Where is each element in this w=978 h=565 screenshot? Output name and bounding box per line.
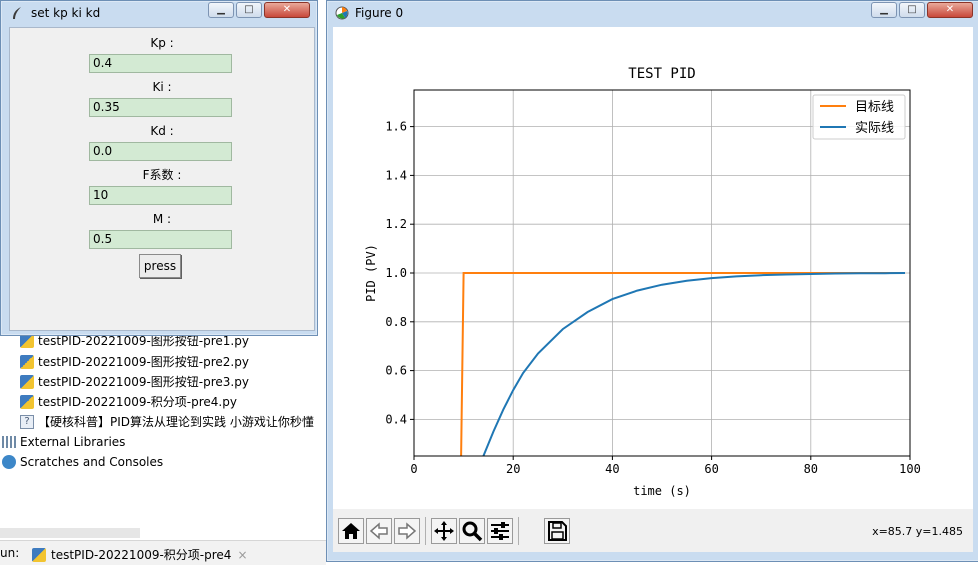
f-factor-input[interactable]: 10 (89, 186, 232, 205)
x-tick-label: 100 (899, 462, 921, 476)
y-tick-label: 0.4 (385, 412, 407, 426)
y-axis-label: PID (PV) (364, 244, 378, 302)
zoom-icon (462, 521, 483, 542)
home-icon (342, 523, 360, 539)
ki-input[interactable]: 0.35 (89, 98, 232, 117)
tk-window-title: set kp ki kd (31, 6, 101, 20)
file-item[interactable]: testPID-20221009-积分项-pre4.py (20, 392, 237, 412)
x-tick-label: 40 (605, 462, 619, 476)
series-lines (460, 272, 906, 457)
y-tick-label: 1.6 (385, 120, 407, 134)
kd-label: Kd : (150, 124, 174, 138)
file-name: testPID-20221009-图形按钮-pre2.py (38, 355, 249, 369)
figure-titlebar[interactable]: Figure 0 ▁ □ ✕ (327, 1, 978, 25)
python-file-icon (20, 355, 34, 369)
tk-window: set kp ki kd ▁ □ ✕ Kp : 0.4 Ki : 0.35 Kd… (0, 0, 318, 336)
save-button[interactable] (544, 518, 570, 544)
horizontal-scrollbar[interactable] (0, 528, 140, 538)
maximize-button[interactable]: □ (236, 2, 262, 18)
y-tick-label: 1.4 (385, 168, 407, 182)
library-icon (2, 436, 16, 448)
external-libraries-label: External Libraries (20, 435, 126, 449)
close-button[interactable]: ✕ (264, 2, 310, 18)
file-name: testPID-20221009-积分项-pre4.py (38, 395, 237, 409)
file-item[interactable]: ? 【硬核科普】PID算法从理论到实践 小游戏让你秒懂 (20, 412, 314, 432)
ki-label: Ki : (152, 80, 172, 94)
figure-canvas: 0 20 40 60 80 100 0.4 0.6 0.8 1.0 1.2 1.4 1.6 TEST P… (333, 27, 973, 552)
kp-label: Kp : (150, 36, 174, 50)
tk-form: Kp : 0.4 Ki : 0.35 Kd : 0.0 F系数 : 10 M :… (9, 27, 315, 331)
x-tick-label: 80 (804, 462, 818, 476)
y-tick-label: 1.2 (385, 217, 407, 231)
target-line (460, 272, 905, 457)
close-button[interactable]: ✕ (927, 2, 973, 18)
run-bar: un: testPID-20221009-积分项-pre4 × (0, 540, 326, 565)
unknown-file-icon: ? (20, 415, 34, 429)
home-button[interactable] (338, 518, 364, 544)
m-label: M : (152, 212, 172, 226)
press-button[interactable]: press (139, 254, 181, 278)
python-file-icon (20, 375, 34, 389)
pan-button[interactable] (431, 518, 457, 544)
scratches-icon (2, 455, 16, 469)
minimize-button[interactable]: ▁ (871, 2, 897, 18)
zoom-button[interactable] (459, 518, 485, 544)
legend-label-target: 目标线 (855, 100, 894, 115)
figure-window: Figure 0 ▁ □ ✕ 0 20 40 60 80 100 0.4 0.6 0.8 1.0 1… (326, 0, 978, 562)
minimize-button[interactable]: ▁ (208, 2, 234, 18)
run-label: un: (0, 546, 20, 560)
external-libraries-item[interactable]: External Libraries (2, 432, 125, 452)
matplotlib-icon (335, 6, 349, 20)
toolbar-separator (518, 517, 519, 545)
python-file-icon (20, 395, 34, 409)
save-icon (548, 521, 567, 541)
legend: 目标线 实际线 (812, 94, 906, 140)
cursor-coordinates: x=85.7 y=1.485 (872, 525, 963, 538)
close-icon[interactable]: × (237, 548, 247, 562)
file-name: testPID-20221009-图形按钮-pre3.py (38, 375, 249, 389)
x-axis-label: time (s) (633, 484, 691, 498)
back-button[interactable] (366, 518, 392, 544)
y-tick-label: 0.8 (385, 315, 407, 329)
python-file-icon (20, 334, 34, 348)
back-arrow-icon (369, 522, 388, 540)
x-tick-label: 60 (704, 462, 718, 476)
pid-chart[interactable]: 0 20 40 60 80 100 0.4 0.6 0.8 1.0 1.2 1.4 1.6 TEST P… (333, 27, 973, 509)
x-tick-label: 0 (410, 462, 417, 476)
chart-title: TEST PID (628, 66, 695, 82)
forward-button[interactable] (394, 518, 420, 544)
file-item[interactable]: testPID-20221009-图形按钮-pre3.py (20, 372, 249, 392)
axis-ticks: 0 20 40 60 80 100 0.4 0.6 0.8 1.0 1.2 1.4 1.6 (385, 120, 921, 476)
tk-titlebar[interactable]: set kp ki kd ▁ □ ✕ (1, 1, 317, 25)
run-tab-label: testPID-20221009-积分项-pre4 (51, 548, 232, 562)
pan-icon (434, 521, 454, 541)
configure-subplots-button[interactable] (487, 518, 513, 544)
file-item[interactable]: testPID-20221009-图形按钮-pre2.py (20, 352, 249, 372)
f-factor-label: F系数 : (142, 168, 182, 182)
y-tick-label: 0.6 (385, 364, 407, 378)
run-tab[interactable]: testPID-20221009-积分项-pre4 × (32, 546, 248, 563)
m-input[interactable]: 0.5 (89, 230, 232, 249)
x-tick-label: 20 (506, 462, 520, 476)
maximize-button[interactable]: □ (899, 2, 925, 18)
configure-subplots-icon (491, 522, 509, 540)
actual-line (482, 272, 906, 457)
scratches-label: Scratches and Consoles (20, 455, 164, 469)
navigation-toolbar: x=85.7 y=1.485 (333, 509, 973, 552)
scratches-item[interactable]: Scratches and Consoles (2, 452, 163, 472)
kp-input[interactable]: 0.4 (89, 54, 232, 73)
file-name: 【硬核科普】PID算法从理论到实践 小游戏让你秒懂 (38, 415, 314, 429)
forward-arrow-icon (398, 522, 417, 540)
y-tick-label: 1.0 (385, 266, 407, 280)
python-file-icon (32, 547, 46, 562)
figure-window-title: Figure 0 (355, 6, 404, 20)
legend-label-actual: 实际线 (855, 121, 894, 136)
kd-input[interactable]: 0.0 (89, 142, 232, 161)
toolbar-separator (425, 517, 426, 545)
feather-icon (13, 7, 21, 19)
